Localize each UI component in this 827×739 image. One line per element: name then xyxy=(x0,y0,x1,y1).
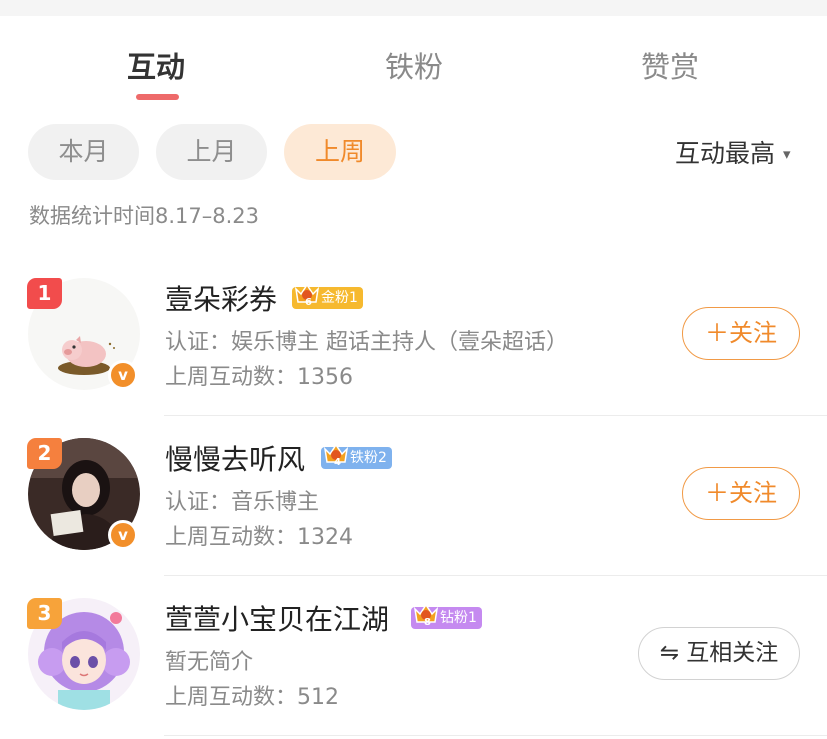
user-description: 认证：音乐博主 xyxy=(165,490,320,515)
caret-down-icon: ▾ xyxy=(783,145,791,163)
user-description: 认证：娱乐博主 超话主持人（壹朵超话） xyxy=(165,330,568,355)
badge-label: 金粉1 xyxy=(321,290,358,306)
badge-level: 8 xyxy=(424,617,431,628)
rank-badge: 1 xyxy=(27,278,62,309)
interaction-count: 上周互动数：1324 xyxy=(165,525,353,550)
divider xyxy=(164,735,827,736)
rank-badge: 2 xyxy=(27,438,62,469)
filter-this-month[interactable]: 本月 xyxy=(28,124,139,180)
mutual-follow-button[interactable]: ⇋ 互相关注 xyxy=(638,627,800,680)
interaction-count: 上周互动数：512 xyxy=(165,685,339,710)
filter-last-month[interactable]: 上月 xyxy=(156,124,267,180)
badge-level: 4 xyxy=(334,457,341,468)
user-name[interactable]: 萱萱小宝贝在江湖 xyxy=(165,598,389,638)
fan-level-badge: 6 金粉1 xyxy=(292,283,363,309)
sort-label: 互动最高 xyxy=(675,139,776,168)
fan-level-badge: 8 钻粉1 xyxy=(411,603,482,629)
follow-button[interactable]: ＋关注 xyxy=(682,467,800,520)
tab-rewards[interactable]: 赞赏 xyxy=(641,44,699,86)
tab-interaction[interactable]: 互动 xyxy=(127,44,185,86)
user-description: 暂无简介 xyxy=(165,650,254,675)
top-band xyxy=(0,0,827,16)
rank-badge: 3 xyxy=(27,598,62,629)
fan-row[interactable]: 1 v 壹朵彩券 6 金粉1 认证：娱乐博主 超话主持人（壹朵超话） 上周互动数… xyxy=(0,256,827,416)
tab-active-indicator xyxy=(136,94,179,100)
user-name[interactable]: 壹朵彩券 xyxy=(165,278,277,318)
tab-bar: 互动 铁粉 赞赏 xyxy=(0,16,827,104)
tab-iron-fans[interactable]: 铁粉 xyxy=(385,44,443,86)
fan-row[interactable]: 2 v 慢慢去听风 4 铁粉2 认证：音乐博主 上周互动数：1324 ＋关注 xyxy=(0,416,827,576)
badge-label: 铁粉2 xyxy=(350,450,387,466)
interaction-count: 上周互动数：1356 xyxy=(165,365,353,390)
verified-v-icon: v xyxy=(108,360,138,390)
fan-level-badge: 4 铁粉2 xyxy=(321,443,392,469)
verified-v-icon: v xyxy=(108,520,138,550)
filter-last-week[interactable]: 上周 xyxy=(284,124,396,180)
follow-button[interactable]: ＋关注 xyxy=(682,307,800,360)
stats-period: 数据统计时间8.17–8.23 xyxy=(29,204,260,228)
badge-label: 钻粉1 xyxy=(440,610,477,626)
user-name[interactable]: 慢慢去听风 xyxy=(165,438,305,478)
fan-row[interactable]: 3 萱萱小宝贝在江湖 8 钻粉1 暂无简介 上周互动数：512 ⇋ 互相关注 xyxy=(0,576,827,736)
sort-dropdown[interactable]: 互动最高 ▾ xyxy=(675,134,791,170)
badge-level: 6 xyxy=(305,297,312,308)
